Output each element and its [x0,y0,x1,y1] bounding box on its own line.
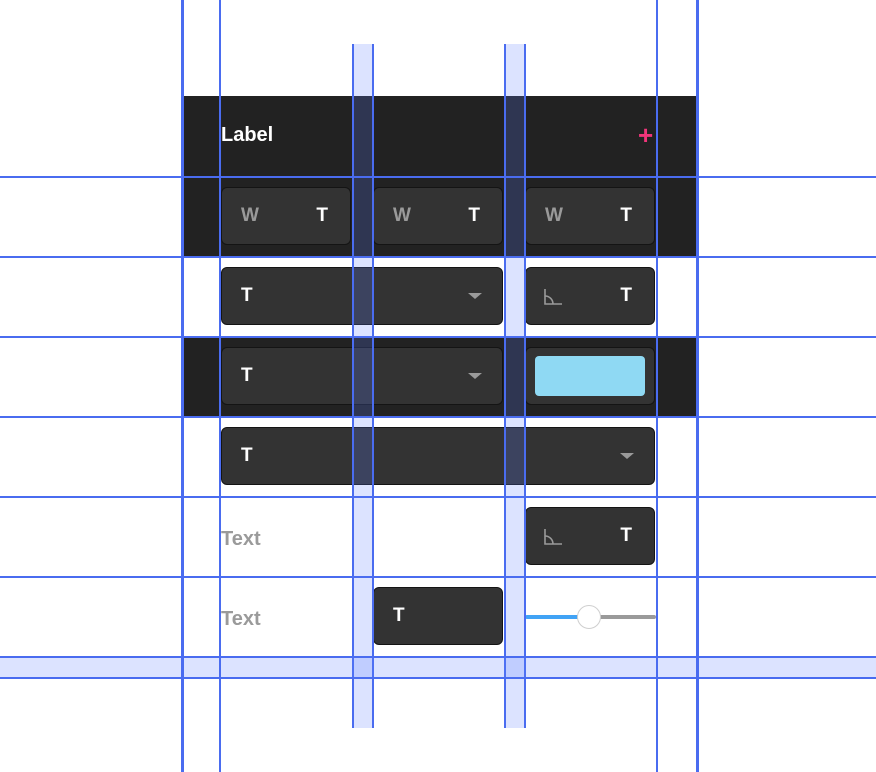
grid-gutter-band [504,44,526,728]
angle-icon [542,527,564,547]
angle-field-row5[interactable]: T [525,507,655,565]
chevron-down-icon [468,293,482,299]
angle-field-row2[interactable]: T [525,267,655,325]
angle-icon [542,287,564,307]
input-row6[interactable]: T [373,587,503,645]
grid-guide-horizontal [0,496,876,498]
wt-field-3-w: W [545,205,563,226]
add-plus-icon[interactable]: + [638,122,653,148]
select-row3-value: T [241,365,253,386]
color-field[interactable] [525,347,655,405]
wt-field-2-w: W [393,205,411,226]
grid-guide-horizontal [0,576,876,578]
wt-field-3[interactable]: W T [525,187,655,245]
chevron-down-icon [620,453,634,459]
grid-guide-horizontal [0,336,876,338]
angle-field-row5-value: T [620,525,632,546]
grid-guide-horizontal [0,176,876,178]
row6-label: Text [221,608,261,630]
grid-guide-vertical [656,0,658,772]
grid-guide-vertical [219,0,221,772]
slider-thumb[interactable] [577,605,601,629]
color-swatch[interactable] [535,356,645,396]
slider[interactable] [525,604,656,630]
grid-gutter-band [352,44,374,728]
grid-guide-horizontal [0,416,876,418]
grid-baseline-band [0,656,876,679]
wt-field-1-t: T [316,205,328,226]
grid-guide-horizontal [0,256,876,258]
wt-field-3-t: T [620,205,632,226]
wt-field-2-t: T [468,205,480,226]
wt-field-2[interactable]: W T [373,187,503,245]
wt-field-1[interactable]: W T [221,187,351,245]
chevron-down-icon [468,373,482,379]
select-row2-value: T [241,285,253,306]
select-row4-value: T [241,445,253,466]
grid-guide-vertical [696,0,699,772]
input-row6-value: T [393,605,405,626]
select-row4[interactable]: T [221,427,655,485]
grid-guide-vertical [181,0,184,772]
wt-field-1-w: W [241,205,259,226]
row5-label: Text [221,528,261,550]
angle-field-row2-value: T [620,285,632,306]
section-label: Label [221,124,274,146]
